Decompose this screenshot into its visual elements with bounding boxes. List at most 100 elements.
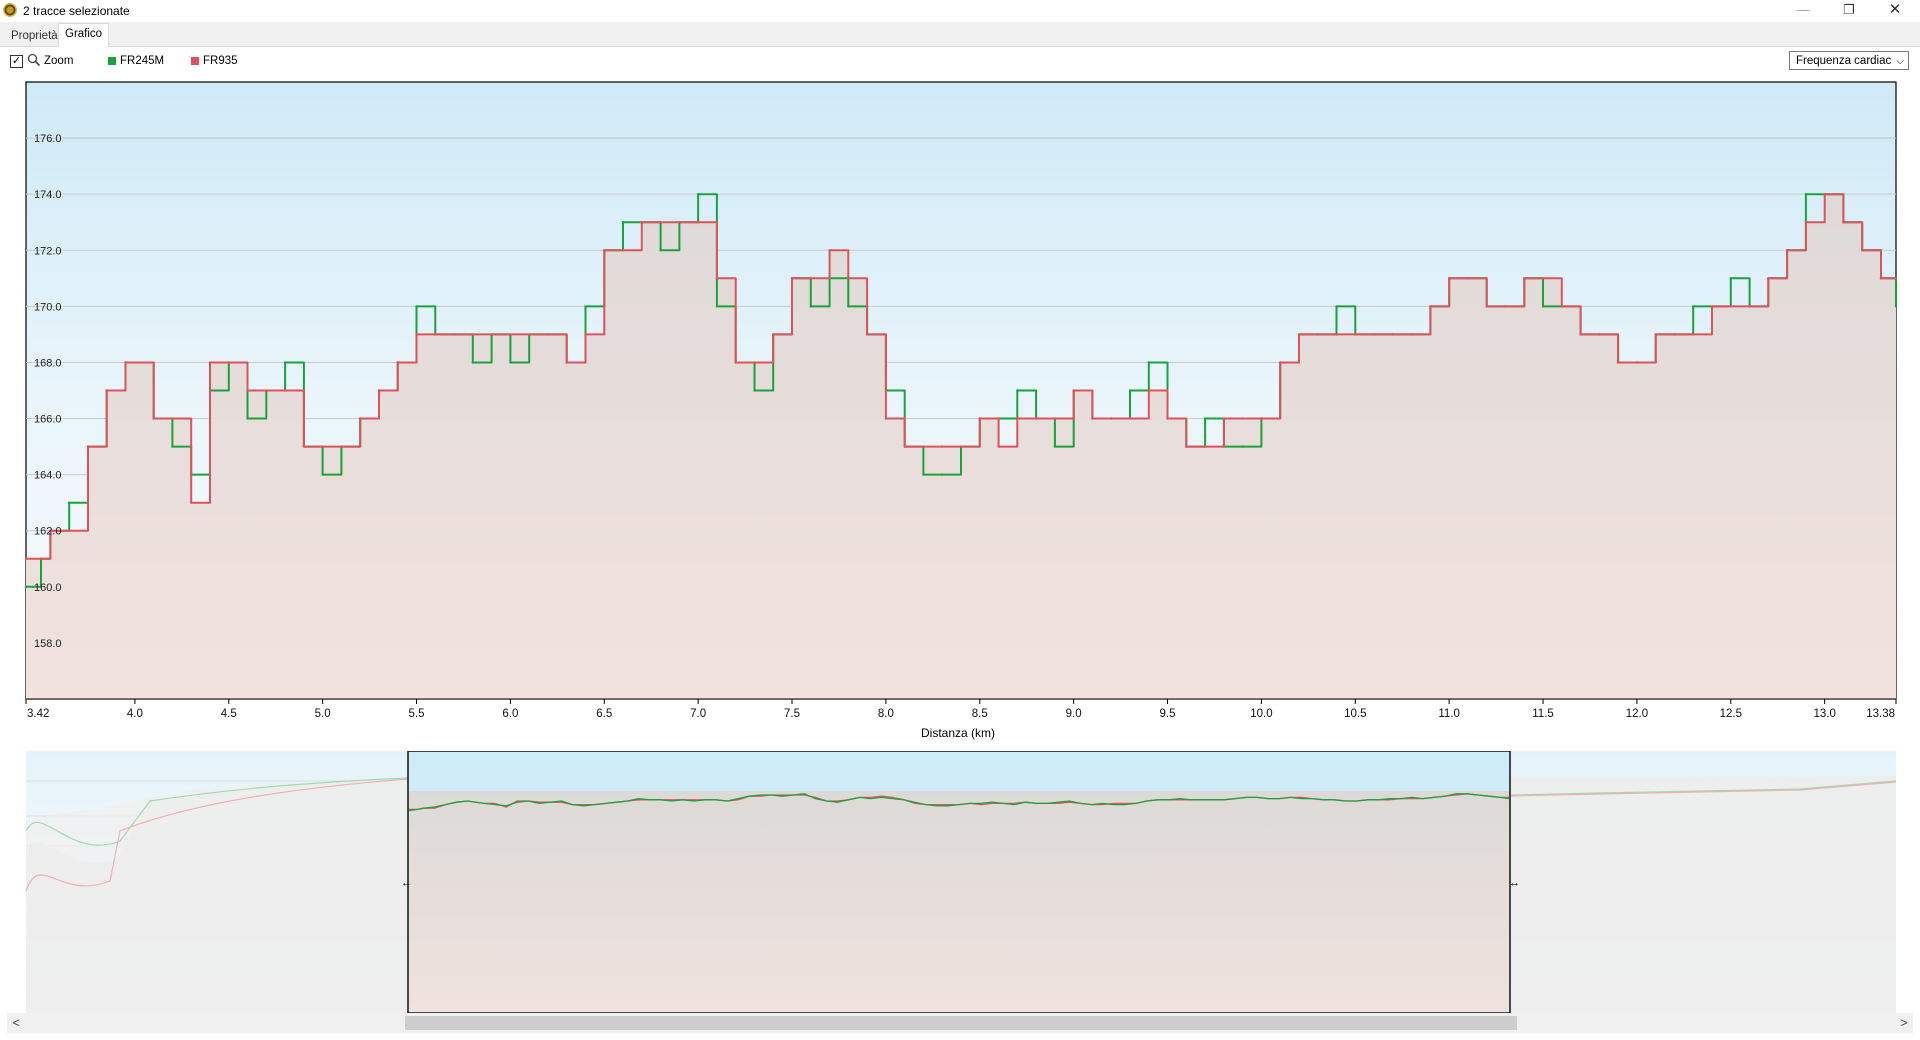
data-point-fr935	[584, 333, 587, 336]
data-point-fr935	[1485, 305, 1488, 308]
data-point-fr935	[1260, 417, 1263, 420]
window-title: 2 tracce selezionate	[23, 4, 130, 18]
data-point-fr935	[1354, 333, 1357, 336]
overview-chart[interactable]: ↔ ↔	[0, 751, 1920, 1015]
data-point-fr935	[1110, 417, 1113, 420]
data-point-fr245m	[1016, 389, 1019, 392]
data-point-fr245m	[24, 585, 28, 588]
data-point-fr935	[396, 361, 399, 364]
x-tick-label: 5.0	[315, 708, 331, 720]
x-tick-label: 6.0	[502, 708, 518, 720]
data-point-fr935	[208, 361, 212, 364]
data-point-fr935	[1654, 333, 1657, 336]
data-point-fr935	[922, 445, 925, 448]
data-point-fr935	[1091, 417, 1094, 420]
data-point-fr935	[978, 417, 981, 420]
data-point-fr245m	[171, 445, 174, 448]
data-point-fr935	[809, 277, 812, 280]
scroll-left-arrow[interactable]: <	[7, 1013, 25, 1033]
data-point-fr935	[1185, 445, 1188, 448]
data-point-fr935	[678, 221, 681, 224]
data-point-fr245m	[1692, 305, 1695, 308]
data-point-fr935	[828, 249, 831, 252]
data-point-fr245m	[847, 305, 850, 308]
data-point-fr935	[1241, 417, 1244, 420]
data-point-fr935	[359, 417, 362, 420]
title-bar: 2 tracce selezionate — ❐ ✕	[0, 0, 1920, 22]
y-tick-label: 158.0	[34, 638, 62, 650]
tab-proprieta[interactable]: Proprietà	[4, 25, 65, 47]
data-point-fr935	[790, 277, 794, 280]
data-point-fr935	[528, 333, 531, 336]
data-point-fr245m	[246, 417, 249, 420]
data-point-fr935	[621, 249, 625, 252]
data-point-fr935	[1598, 333, 1601, 336]
x-tick-label: 6.5	[596, 708, 612, 720]
data-point-fr935	[1523, 277, 1526, 280]
data-point-fr935	[1316, 333, 1319, 336]
data-point-fr935	[452, 333, 456, 336]
y-tick-label: 172.0	[34, 245, 62, 257]
data-point-fr935	[1673, 333, 1676, 336]
y-tick-label: 168.0	[34, 357, 62, 369]
data-point-fr935	[959, 445, 963, 448]
data-point-fr935	[434, 333, 437, 336]
data-point-fr935	[1692, 333, 1695, 336]
data-point-fr935	[546, 333, 550, 336]
metric-select[interactable]: Frequenza cardiac ⌵	[1789, 51, 1909, 70]
scroll-thumb[interactable]	[405, 1016, 1517, 1030]
data-point-fr245m	[659, 249, 662, 252]
data-point-fr245m	[415, 305, 418, 308]
left-resize-handle[interactable]: ↔	[401, 877, 412, 889]
right-resize-handle[interactable]: ↔	[1509, 877, 1520, 889]
data-point-fr935	[1128, 417, 1132, 420]
data-point-fr935	[265, 389, 268, 392]
data-point-fr935	[884, 417, 888, 420]
data-point-fr245m	[1335, 305, 1338, 308]
close-button[interactable]: ✕	[1872, 0, 1918, 22]
data-point-fr935	[1297, 333, 1301, 336]
restore-button[interactable]: ❐	[1826, 0, 1872, 22]
main-chart[interactable]: 158.0 160.0 162.0 164.0 166.0 168.0 170.0 172.0…	[0, 77, 1920, 751]
data-point-fr935	[1147, 389, 1151, 392]
data-point-fr935	[659, 221, 662, 224]
legend-swatch-fr935	[191, 57, 199, 65]
data-point-fr935	[227, 361, 230, 364]
data-point-fr935	[1504, 305, 1507, 308]
metric-select-value: Frequenza cardiac	[1796, 55, 1892, 67]
horizontal-scrollbar[interactable]: < >	[7, 1013, 1913, 1033]
data-point-fr245m	[1128, 389, 1132, 392]
x-tick-label: 11.5	[1532, 708, 1554, 720]
data-point-fr245m	[1894, 305, 1898, 308]
data-point-fr245m	[715, 305, 719, 308]
legend-label-fr935: FR935	[203, 55, 238, 67]
tab-grafico[interactable]: Grafico	[58, 23, 110, 47]
data-point-fr935	[24, 557, 28, 560]
data-point-fr935	[997, 445, 1000, 448]
data-point-fr935	[471, 333, 474, 336]
zoom-checkbox[interactable]: ✓	[10, 55, 23, 68]
data-point-fr935	[1635, 361, 1639, 364]
data-point-fr935	[302, 445, 306, 448]
data-point-fr935	[565, 361, 568, 364]
data-point-fr935	[283, 389, 287, 392]
data-point-fr935	[1710, 305, 1714, 308]
scroll-right-arrow[interactable]: >	[1895, 1013, 1913, 1033]
data-point-fr935	[941, 445, 944, 448]
y-tick-label: 162.0	[34, 526, 62, 538]
data-point-fr935	[1335, 333, 1338, 336]
data-point-fr935	[1053, 417, 1057, 420]
data-point-fr935	[1842, 221, 1845, 224]
data-point-fr935	[68, 529, 71, 532]
x-tick-label: 10.5	[1344, 708, 1366, 720]
magnifier-icon	[27, 53, 41, 67]
data-point-fr935	[1016, 417, 1019, 420]
data-point-fr935	[39, 557, 43, 560]
data-point-fr935	[1203, 445, 1207, 448]
data-point-fr935	[1804, 221, 1808, 224]
data-point-fr935	[321, 445, 324, 448]
data-point-fr935	[1785, 249, 1789, 252]
x-tick-label: 9.0	[1066, 708, 1082, 720]
minimize-button[interactable]: —	[1780, 0, 1826, 22]
data-point-fr245m	[1053, 445, 1057, 448]
